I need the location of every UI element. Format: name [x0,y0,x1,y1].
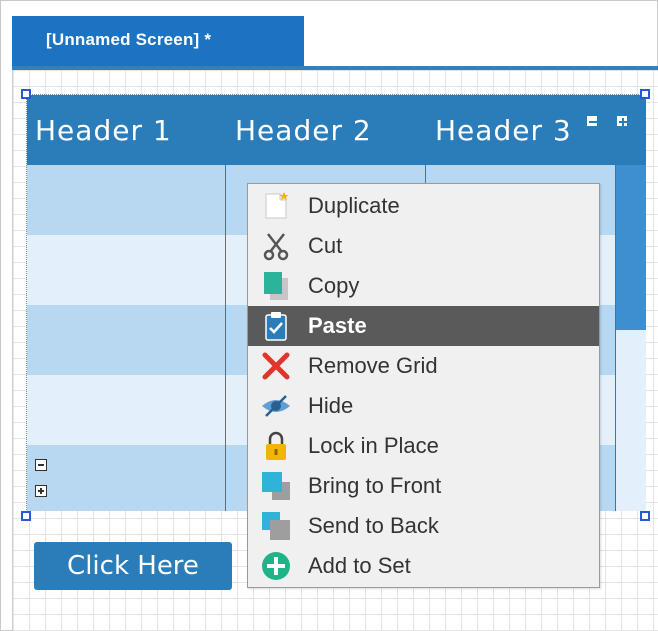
bring-front-icon [260,470,292,502]
menu-item-duplicate[interactable]: Duplicate [248,186,599,226]
grid-header-row: Header 1 Header 2 Header 3 [27,95,646,165]
click-here-button[interactable]: Click Here [34,542,232,590]
header-2[interactable]: Header 2 [227,95,427,165]
menu-item-send-to-back[interactable]: Send to Back [248,506,599,546]
scrollbar-thumb[interactable] [616,165,646,330]
menu-item-paste[interactable]: Paste [248,306,599,346]
copy-icon [260,270,292,302]
resize-handle-bottom-left[interactable] [21,511,31,521]
send-back-icon [260,510,292,542]
menu-item-copy[interactable]: Copy [248,266,599,306]
header-1[interactable]: Header 1 [27,95,227,165]
menu-item-remove-grid[interactable]: Remove Grid [248,346,599,386]
eye-slash-icon [260,390,292,422]
add-column-icon[interactable] [616,115,628,127]
header-3[interactable]: Header 3 [427,95,627,165]
remove-column-icon[interactable] [586,115,598,127]
tab-unnamed-screen[interactable]: [Unnamed Screen] * [12,16,304,66]
menu-item-lock-in-place[interactable]: Lock in Place [248,426,599,466]
menu-item-cut[interactable]: Cut [248,226,599,266]
vertical-scrollbar[interactable] [615,165,646,511]
resize-handle-top-left[interactable] [21,89,31,99]
plus-circle-icon [260,550,292,582]
add-row-icon[interactable] [35,485,47,497]
menu-item-hide[interactable]: Hide [248,386,599,426]
menu-item-add-to-set[interactable]: Add to Set [248,546,599,586]
resize-handle-top-right[interactable] [640,89,650,99]
tab-bar: [Unnamed Screen] * [12,6,658,70]
clipboard-icon [260,310,292,342]
lock-icon [260,430,292,462]
context-menu: Duplicate Cut Copy Paste Remove Grid Hid… [247,183,600,588]
resize-handle-bottom-right[interactable] [640,511,650,521]
red-x-icon [260,350,292,382]
column-divider [225,165,226,511]
duplicate-icon [260,190,292,222]
menu-item-bring-to-front[interactable]: Bring to Front [248,466,599,506]
scissors-icon [260,230,292,262]
remove-row-icon[interactable] [35,459,47,471]
